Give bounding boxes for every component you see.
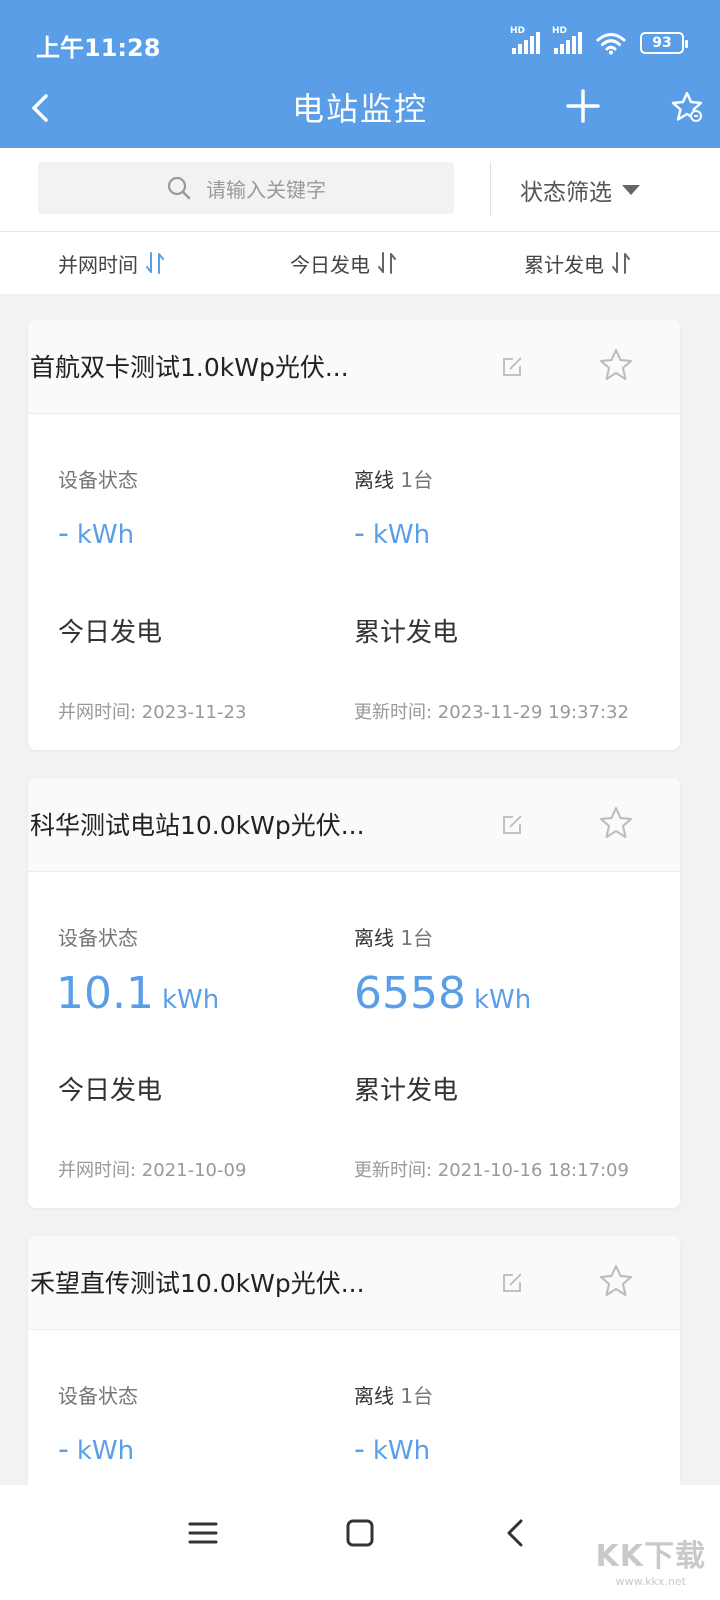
favorites-icon[interactable] xyxy=(670,90,704,124)
system-nav-bar: KK下载 www.kkx.net xyxy=(0,1485,720,1600)
divider xyxy=(490,162,491,216)
star-icon[interactable] xyxy=(598,1263,634,1299)
offline-status: 离线 1台 xyxy=(354,468,434,492)
total-generation-label: 累计发电 xyxy=(354,618,459,648)
station-name: 禾望直传测试10.0kWp光伏... xyxy=(30,1269,365,1298)
card-header: 禾望直传测试10.0kWp光伏... xyxy=(28,1236,680,1330)
star-icon[interactable] xyxy=(598,347,634,383)
today-generation-value: 10.1 kWh xyxy=(56,968,220,1019)
watermark: KK下载 www.kkx.net xyxy=(596,1531,707,1588)
menu-icon[interactable] xyxy=(183,1513,223,1553)
search-row: 请输入关键字 状态筛选 xyxy=(0,148,720,232)
station-name: 首航双卡测试1.0kWp光伏... xyxy=(30,353,349,382)
card-header: 科华测试电站10.0kWp光伏... xyxy=(28,778,680,872)
watermark-url: www.kkx.net xyxy=(615,1575,686,1588)
back-nav-icon[interactable] xyxy=(496,1513,536,1553)
battery-icon: 93 xyxy=(640,32,688,54)
sort-today-generation[interactable]: 今日发电 xyxy=(290,244,398,282)
status-bar: 上午11:28 HD HD 93 xyxy=(0,0,720,88)
edit-icon[interactable] xyxy=(500,811,526,837)
total-generation-value: - kWh xyxy=(354,516,431,551)
status-filter-label: 状态筛选 xyxy=(520,180,612,206)
edit-icon[interactable] xyxy=(500,353,526,379)
page-title: 电站监控 xyxy=(291,90,428,128)
status-time: 上午11:28 xyxy=(36,34,161,62)
search-placeholder: 请输入关键字 xyxy=(206,177,326,202)
add-station-icon[interactable] xyxy=(565,88,601,124)
search-icon xyxy=(167,176,191,200)
total-generation-value: 6558 kWh xyxy=(354,968,532,1019)
status-icons: HD HD 93 xyxy=(510,26,688,58)
today-generation-value: - kWh xyxy=(58,516,135,551)
status-filter-dropdown[interactable]: 状态筛选 xyxy=(520,170,640,210)
sort-label: 今日发电 xyxy=(290,252,370,277)
sort-label: 并网时间 xyxy=(58,252,138,277)
update-time: 更新时间: 2023-11-29 19:37:32 xyxy=(354,702,629,723)
sort-icon xyxy=(146,252,164,274)
today-generation-value: - kWh xyxy=(58,1432,135,1467)
update-time: 更新时间: 2021-10-16 18:17:09 xyxy=(354,1160,629,1181)
device-status-label: 设备状态 xyxy=(58,926,138,950)
grid-time: 并网时间: 2023-11-23 xyxy=(58,702,247,723)
sort-row: 并网时间 今日发电 累计发电 xyxy=(0,232,720,294)
offline-status: 离线 1台 xyxy=(354,1384,434,1408)
device-status-label: 设备状态 xyxy=(58,1384,138,1408)
edit-icon[interactable] xyxy=(500,1269,526,1295)
search-input[interactable]: 请输入关键字 xyxy=(38,162,454,214)
sort-grid-time[interactable]: 并网时间 xyxy=(58,244,166,282)
signal-icon-2: HD xyxy=(552,26,582,54)
sort-total-generation[interactable]: 累计发电 xyxy=(524,244,632,282)
total-generation-value: - kWh xyxy=(354,1432,431,1467)
wifi-icon xyxy=(596,33,626,55)
chevron-down-icon xyxy=(622,185,640,195)
grid-time: 并网时间: 2021-10-09 xyxy=(58,1160,247,1181)
today-generation-label: 今日发电 xyxy=(58,618,163,648)
star-icon[interactable] xyxy=(598,805,634,841)
home-icon[interactable] xyxy=(340,1513,380,1553)
sort-icon xyxy=(612,252,630,274)
card-header: 首航双卡测试1.0kWp光伏... xyxy=(28,320,680,414)
station-card[interactable]: 科华测试电站10.0kWp光伏... 设备状态 离线 1台 10.1 kWh 6… xyxy=(28,778,680,1208)
station-name: 科华测试电站10.0kWp光伏... xyxy=(30,811,365,840)
nav-bar: 电站监控 xyxy=(0,78,720,148)
device-status-label: 设备状态 xyxy=(58,468,138,492)
sort-icon xyxy=(378,252,396,274)
station-card[interactable]: 首航双卡测试1.0kWp光伏... 设备状态 离线 1台 - kWh - kWh… xyxy=(28,320,680,750)
watermark-logo: KK下载 xyxy=(595,1539,706,1574)
offline-status: 离线 1台 xyxy=(354,926,434,950)
total-generation-label: 累计发电 xyxy=(354,1076,459,1106)
signal-icon: HD xyxy=(510,26,540,54)
sort-label: 累计发电 xyxy=(524,252,604,277)
today-generation-label: 今日发电 xyxy=(58,1076,163,1106)
